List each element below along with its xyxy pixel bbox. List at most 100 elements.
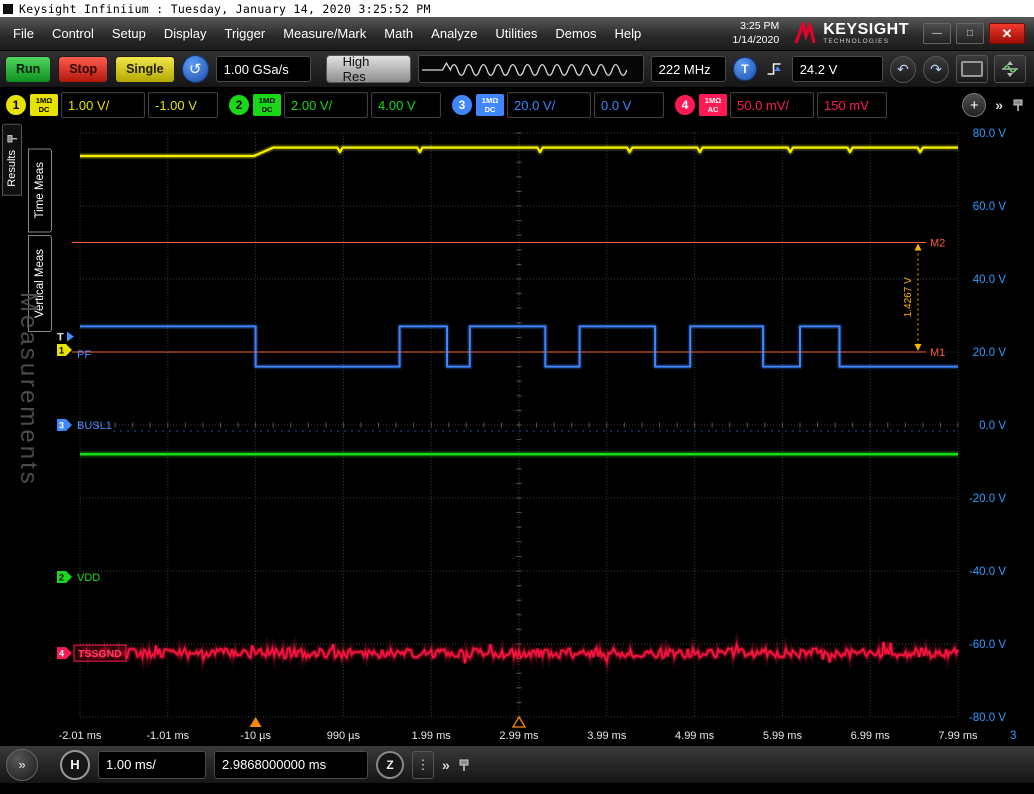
x-axis-label: 6.99 ms [851, 730, 891, 742]
display-settings-button[interactable] [956, 55, 988, 83]
menu-measure-mark[interactable]: Measure/Mark [274, 17, 375, 50]
app-icon [3, 3, 13, 14]
scope-graticule[interactable]: 1.4267 V M2 M1 80.0 V 60.0 V 40.0 V 20.0 V 0.0 … [55, 122, 1034, 745]
toolbar: Run Stop Single ↺ 1.00 GSa/s High Res 22… [0, 50, 1034, 88]
expand-channels-button[interactable]: » [995, 97, 1003, 113]
menu-math[interactable]: Math [375, 17, 422, 50]
y-axis-label: 60.0 V [973, 201, 1007, 213]
autoscale-icon [1002, 61, 1018, 77]
y-axis-label: 20.0 V [973, 347, 1007, 359]
expand-horizontal-button[interactable]: » [442, 757, 450, 773]
channel-3-scale-field[interactable]: 20.0 V/ [507, 92, 591, 118]
x-axis-label: 7.99 ms [938, 730, 978, 742]
delay-field[interactable]: 2.9868000000 ms [214, 750, 368, 779]
menu-file[interactable]: File [4, 17, 43, 50]
trace-label-pf[interactable]: PF [77, 349, 91, 361]
channel-2-ground-marker-number: 2 [59, 573, 64, 583]
channel-2-coupling-badge[interactable]: 1MΩ DC [253, 94, 281, 116]
clock-date: 1/14/2020 [732, 33, 780, 46]
autoscale-button[interactable] [994, 55, 1026, 83]
time-reference-marker-icon[interactable] [511, 715, 527, 728]
stop-button[interactable]: Stop [58, 55, 109, 83]
single-button[interactable]: Single [115, 55, 175, 83]
channel-1-button[interactable]: 1 [5, 94, 27, 116]
main-area: Results Time Meas Vertical Meas Measureme… [0, 122, 1034, 745]
channel-4-group: 4 1MΩ AC 50.0 mV/150 mV [674, 92, 887, 118]
menu-help[interactable]: Help [606, 17, 651, 50]
channel-3-group: 3 1MΩ DC 20.0 V/0.0 V [451, 92, 664, 118]
channel-3-coupling-badge[interactable]: 1MΩ DC [476, 94, 504, 116]
trace-label-vdd[interactable]: VDD [77, 572, 100, 584]
trigger-level-marker-icon[interactable] [67, 331, 74, 342]
channel-1-group: 1 1MΩ DC 1.00 V/-1.00 V [5, 92, 218, 118]
brand-name: KEYSIGHT [823, 20, 909, 38]
redo-button[interactable]: ↷ [922, 55, 949, 83]
x-axis-label: 3.99 ms [587, 730, 627, 742]
brand-sub: TECHNOLOGIES [823, 37, 890, 45]
pin-icon[interactable] [6, 134, 18, 144]
close-button[interactable]: ✕ [989, 23, 1025, 44]
menu-display[interactable]: Display [155, 17, 216, 50]
y-axis-label: -20.0 V [969, 493, 1006, 505]
channel-4-coupling-badge[interactable]: 1MΩ AC [699, 94, 727, 116]
channel-4-offset-field[interactable]: 150 mV [817, 92, 887, 118]
tab-time-meas[interactable]: Time Meas [28, 148, 52, 233]
trigger-level-field[interactable]: 24.2 V [791, 56, 883, 82]
undo-button[interactable]: ↶ [889, 55, 916, 83]
channel-1-ground-marker-number: 1 [59, 346, 64, 356]
channel-1-coupling-badge[interactable]: 1MΩ DC [30, 94, 58, 116]
channel-1-scale-field[interactable]: 1.00 V/ [61, 92, 145, 118]
channel-4-scale-field[interactable]: 50.0 mV/ [730, 92, 814, 118]
channel-2-scale-field[interactable]: 2.00 V/ [284, 92, 368, 118]
trigger-level-label: T [57, 332, 64, 344]
waveform-preview[interactable] [418, 55, 644, 83]
x-axis-label: 2.99 ms [499, 730, 539, 742]
channel-2-group: 2 1MΩ DC 2.00 V/4.00 V [228, 92, 441, 118]
sample-rate-field[interactable]: 1.00 GSa/s [215, 56, 311, 82]
pin-icon[interactable] [1012, 98, 1024, 112]
run-button[interactable]: Run [5, 55, 52, 83]
trace-label-busl1[interactable]: BUSL1 [77, 420, 112, 432]
clear-display-button[interactable]: ↺ [181, 55, 209, 83]
channel-4-button[interactable]: 4 [674, 94, 696, 116]
menu-demos[interactable]: Demos [546, 17, 605, 50]
bandwidth-field[interactable]: 222 MHz [650, 56, 727, 82]
menu-setup[interactable]: Setup [103, 17, 155, 50]
channel-1-offset-field[interactable]: -1.00 V [148, 92, 218, 118]
expand-results-button[interactable]: » [6, 748, 38, 781]
trigger-button[interactable]: T [733, 57, 757, 81]
trigger-time-marker-icon[interactable] [249, 717, 262, 727]
channel-2-button[interactable]: 2 [228, 94, 250, 116]
marker-delta-value: 1.4267 V [903, 277, 914, 317]
menu-analyze[interactable]: Analyze [422, 17, 486, 50]
channel-2-offset-field[interactable]: 4.00 V [371, 92, 441, 118]
waveform-display[interactable]: 1.4267 V M2 M1 80.0 V 60.0 V 40.0 V 20.0 V 0.0 … [55, 122, 1034, 745]
tab-results[interactable]: Results [2, 124, 22, 196]
y-axis-label: -80.0 V [969, 712, 1006, 724]
timebase-field[interactable]: 1.00 ms/ [98, 750, 206, 779]
y-axis-label: -60.0 V [969, 639, 1006, 651]
waveform-preview-icon [422, 61, 628, 77]
minimize-button[interactable]: — [923, 23, 951, 44]
acquisition-mode-button[interactable]: High Res [325, 54, 412, 84]
pin-icon[interactable] [458, 758, 470, 772]
marker-m2-label[interactable]: M2 [930, 238, 945, 250]
x-axis-label: -1.01 ms [146, 730, 189, 742]
more-options-button[interactable]: ⋮ [412, 750, 434, 779]
clock: 3:25 PM 1/14/2020 [732, 20, 779, 47]
menu-control[interactable]: Control [43, 17, 103, 50]
trace-label-tssgnd[interactable]: TSSGND [78, 648, 122, 660]
x-axis-label: -10 µs [240, 730, 271, 742]
menu-utilities[interactable]: Utilities [486, 17, 546, 50]
maximize-button[interactable]: □ [956, 23, 984, 44]
marker-m1-label[interactable]: M1 [930, 347, 945, 359]
channel-3-offset-field[interactable]: 0.0 V [594, 92, 664, 118]
horizontal-button[interactable]: H [60, 749, 90, 780]
zoom-button[interactable]: Z [376, 750, 404, 779]
menu-items: File Control Setup Display Trigger Measure/Ma… [4, 17, 650, 50]
channel-4-ground-marker-number: 4 [59, 649, 64, 659]
x-axis-label: 5.99 ms [763, 730, 803, 742]
menu-trigger[interactable]: Trigger [215, 17, 274, 50]
channel-3-button[interactable]: 3 [451, 94, 473, 116]
add-waveform-button[interactable]: + [962, 93, 987, 117]
